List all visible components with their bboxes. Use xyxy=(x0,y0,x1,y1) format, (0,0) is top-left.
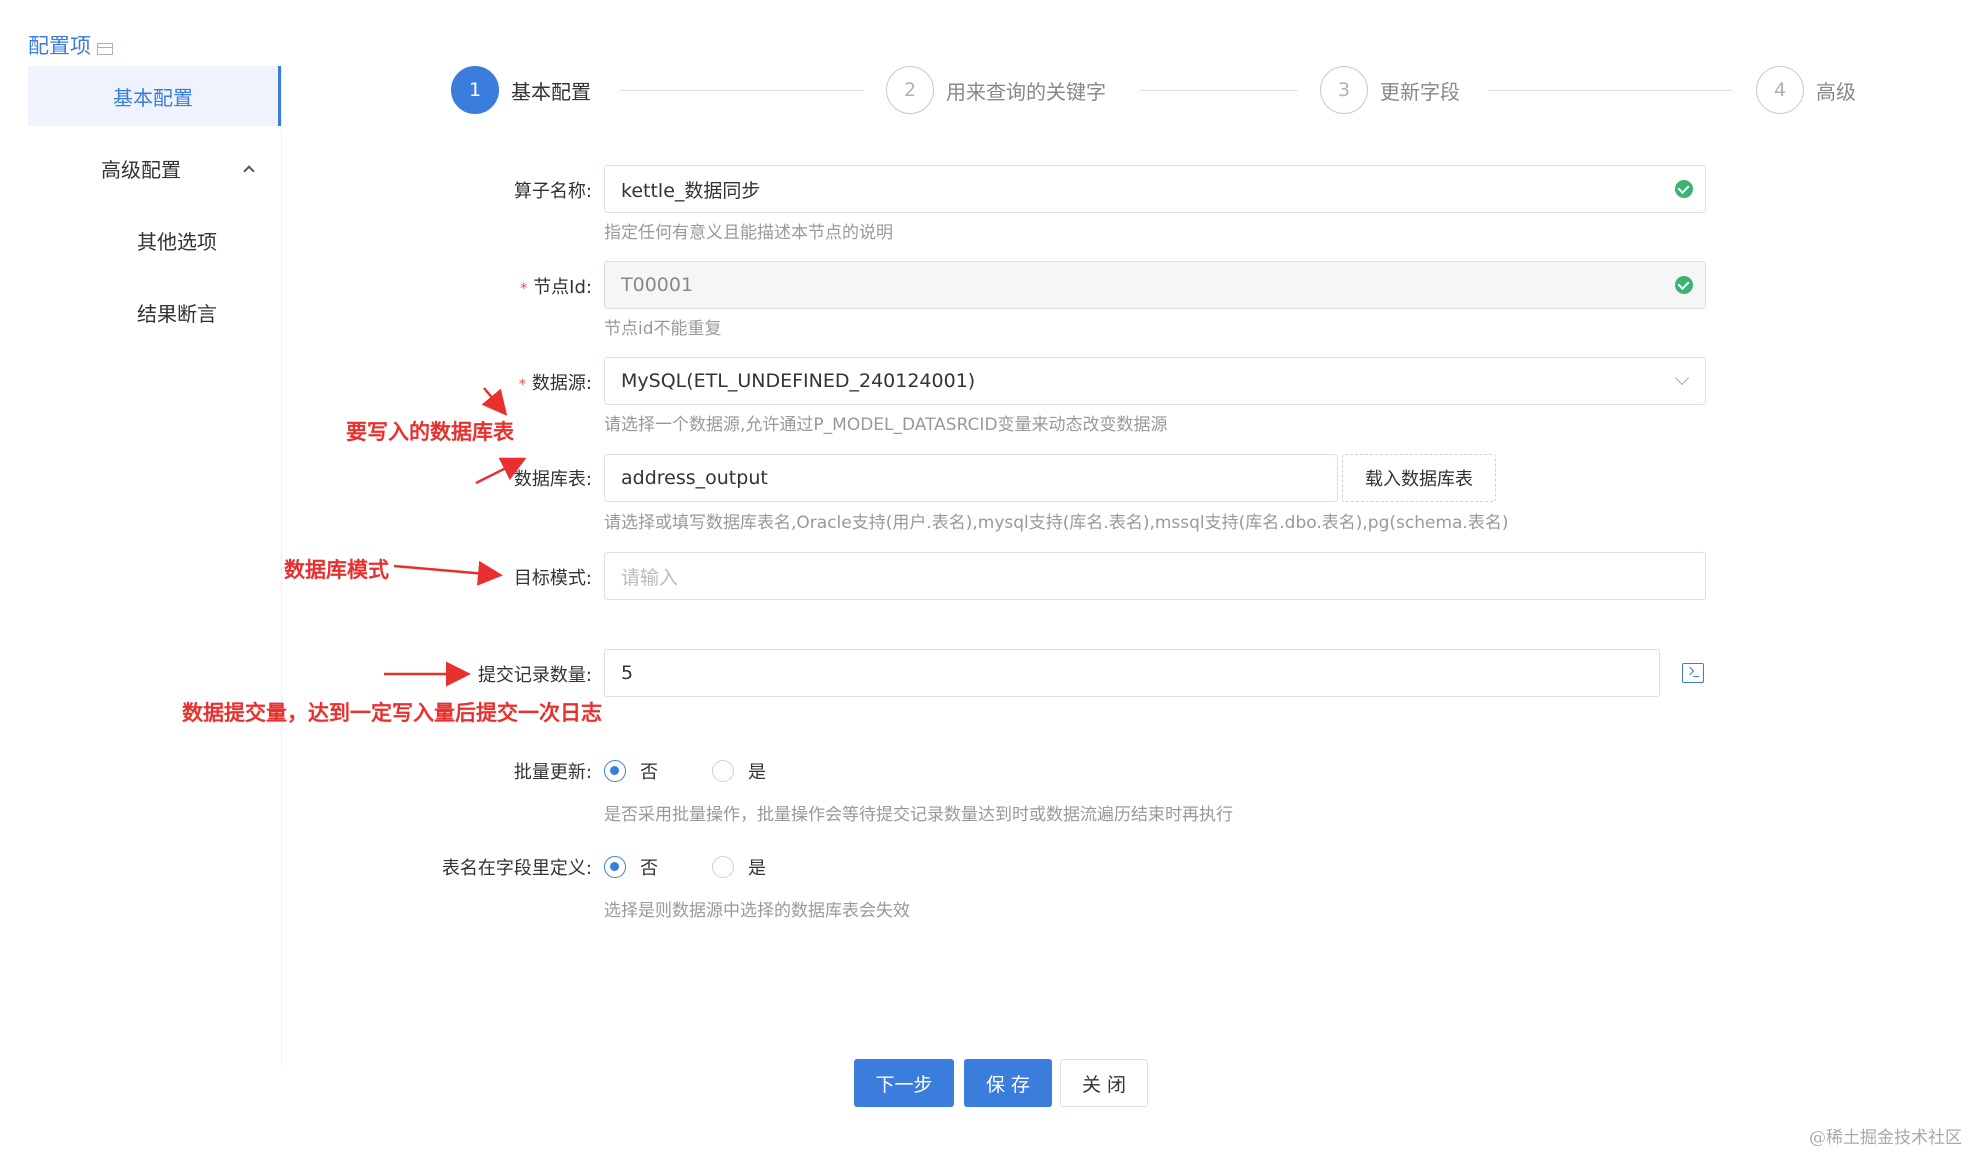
sidebar-item-label: 高级配置 xyxy=(101,157,181,182)
watermark: @稀土掘金技术社区 xyxy=(1809,1128,1962,1148)
sidebar-item-label: 结果断言 xyxy=(137,301,217,326)
target-schema-placeholder: 请输入 xyxy=(621,566,679,589)
operator-name-value: kettle_数据同步 xyxy=(621,179,761,202)
step-number: 3 xyxy=(1320,66,1368,114)
radio-unchecked-icon[interactable] xyxy=(712,760,734,782)
target-schema-input[interactable]: 请输入 xyxy=(604,552,1706,600)
annotation-table: 要写入的数据库表 xyxy=(346,420,514,444)
node-id-help: 节点id不能重复 xyxy=(604,319,722,339)
table-in-field-radio-group: 否 是 xyxy=(604,854,790,880)
commit-size-input[interactable]: 5 xyxy=(604,649,1660,697)
node-id-value: T00001 xyxy=(621,274,694,296)
step-label: 更新字段 xyxy=(1380,79,1460,104)
datasource-label: * 数据源: xyxy=(518,373,592,394)
valid-check-icon xyxy=(1675,180,1693,198)
step-connector xyxy=(1488,90,1732,91)
table-in-field-yes[interactable]: 是 xyxy=(712,854,766,880)
step-1[interactable]: 1 基本配置 xyxy=(451,66,591,114)
step-3[interactable]: 3 更新字段 xyxy=(1320,66,1460,114)
sidebar-item-advanced[interactable]: 高级配置 xyxy=(28,138,281,198)
table-in-field-no[interactable]: 否 xyxy=(604,854,658,880)
sidebar-item-label: 其他选项 xyxy=(137,229,217,254)
batch-update-help: 是否采用批量操作，批量操作会等待提交记录数量达到时或数据流遍历结束时再执行 xyxy=(604,805,1233,825)
valid-check-icon xyxy=(1675,276,1693,294)
next-step-button[interactable]: 下一步 xyxy=(854,1059,954,1107)
step-4[interactable]: 4 高级 xyxy=(1756,66,1856,114)
step-connector xyxy=(1140,90,1298,91)
batch-update-yes[interactable]: 是 xyxy=(712,758,766,784)
sidebar-item-label: 基本配置 xyxy=(113,85,193,110)
sidebar-item-other-options[interactable]: 其他选项 xyxy=(28,210,281,270)
sidebar-title-text: 配置项 xyxy=(28,34,91,58)
radio-checked-icon[interactable] xyxy=(604,760,626,782)
operator-name-help: 指定任何有意义且能描述本节点的说明 xyxy=(604,223,893,243)
batch-update-label: 批量更新: xyxy=(513,762,592,783)
table-help: 请选择或填写数据库表名,Oracle支持(用户.表名),mysql支持(库名.表… xyxy=(604,513,1509,533)
table-label: 数据库表: xyxy=(513,469,592,490)
chevron-down-icon xyxy=(1674,370,1690,386)
operator-name-input[interactable]: kettle_数据同步 xyxy=(604,165,1706,213)
batch-update-no[interactable]: 否 xyxy=(604,758,658,784)
sidebar-item-basic[interactable]: 基本配置 xyxy=(28,66,281,126)
step-number: 4 xyxy=(1756,66,1804,114)
step-label: 高级 xyxy=(1816,79,1856,104)
commit-size-value: 5 xyxy=(621,662,634,684)
batch-update-radio-group: 否 是 xyxy=(604,758,790,784)
step-2[interactable]: 2 用来查询的关键字 xyxy=(886,66,1106,114)
chevron-up-icon xyxy=(243,165,255,177)
sidebar-title: 配置项 xyxy=(28,30,113,60)
load-table-button[interactable]: 载入数据库表 xyxy=(1342,454,1496,502)
annotation-schema: 数据库模式 xyxy=(284,558,389,582)
collapse-icon[interactable] xyxy=(97,43,113,55)
close-button[interactable]: 关 闭 xyxy=(1060,1059,1148,1107)
sidebar-divider xyxy=(281,66,282,1066)
radio-checked-icon[interactable] xyxy=(604,856,626,878)
step-connector xyxy=(620,90,864,91)
operator-name-label: 算子名称: xyxy=(513,181,592,202)
terminal-icon[interactable] xyxy=(1682,663,1704,683)
arrow-to-datasource xyxy=(481,387,508,416)
commit-size-label: 提交记录数量: xyxy=(477,665,592,686)
table-input[interactable]: address_output xyxy=(604,454,1338,502)
step-label: 用来查询的关键字 xyxy=(946,79,1106,104)
table-in-field-help: 选择是则数据源中选择的数据库表会失效 xyxy=(604,901,910,921)
sidebar-item-result-assert[interactable]: 结果断言 xyxy=(28,282,281,342)
datasource-help: 请选择一个数据源,允许通过P_MODEL_DATASRCID变量来动态改变数据源 xyxy=(604,415,1168,435)
datasource-select[interactable]: MySQL(ETL_UNDEFINED_240124001) xyxy=(604,357,1706,405)
datasource-value: MySQL(ETL_UNDEFINED_240124001) xyxy=(621,370,976,392)
save-button[interactable]: 保 存 xyxy=(964,1059,1052,1107)
target-schema-label: 目标模式: xyxy=(513,568,592,589)
node-id-label: * 节点Id: xyxy=(520,277,592,298)
step-number: 2 xyxy=(886,66,934,114)
step-number: 1 xyxy=(451,66,499,114)
table-in-field-label: 表名在字段里定义: xyxy=(441,858,592,879)
node-id-input[interactable]: T00001 xyxy=(604,261,1706,309)
table-value: address_output xyxy=(621,467,768,489)
annotation-commit: 数据提交量，达到一定写入量后提交一次日志 xyxy=(182,701,602,725)
radio-unchecked-icon[interactable] xyxy=(712,856,734,878)
arrow-to-schema xyxy=(393,560,503,586)
step-label: 基本配置 xyxy=(511,79,591,104)
